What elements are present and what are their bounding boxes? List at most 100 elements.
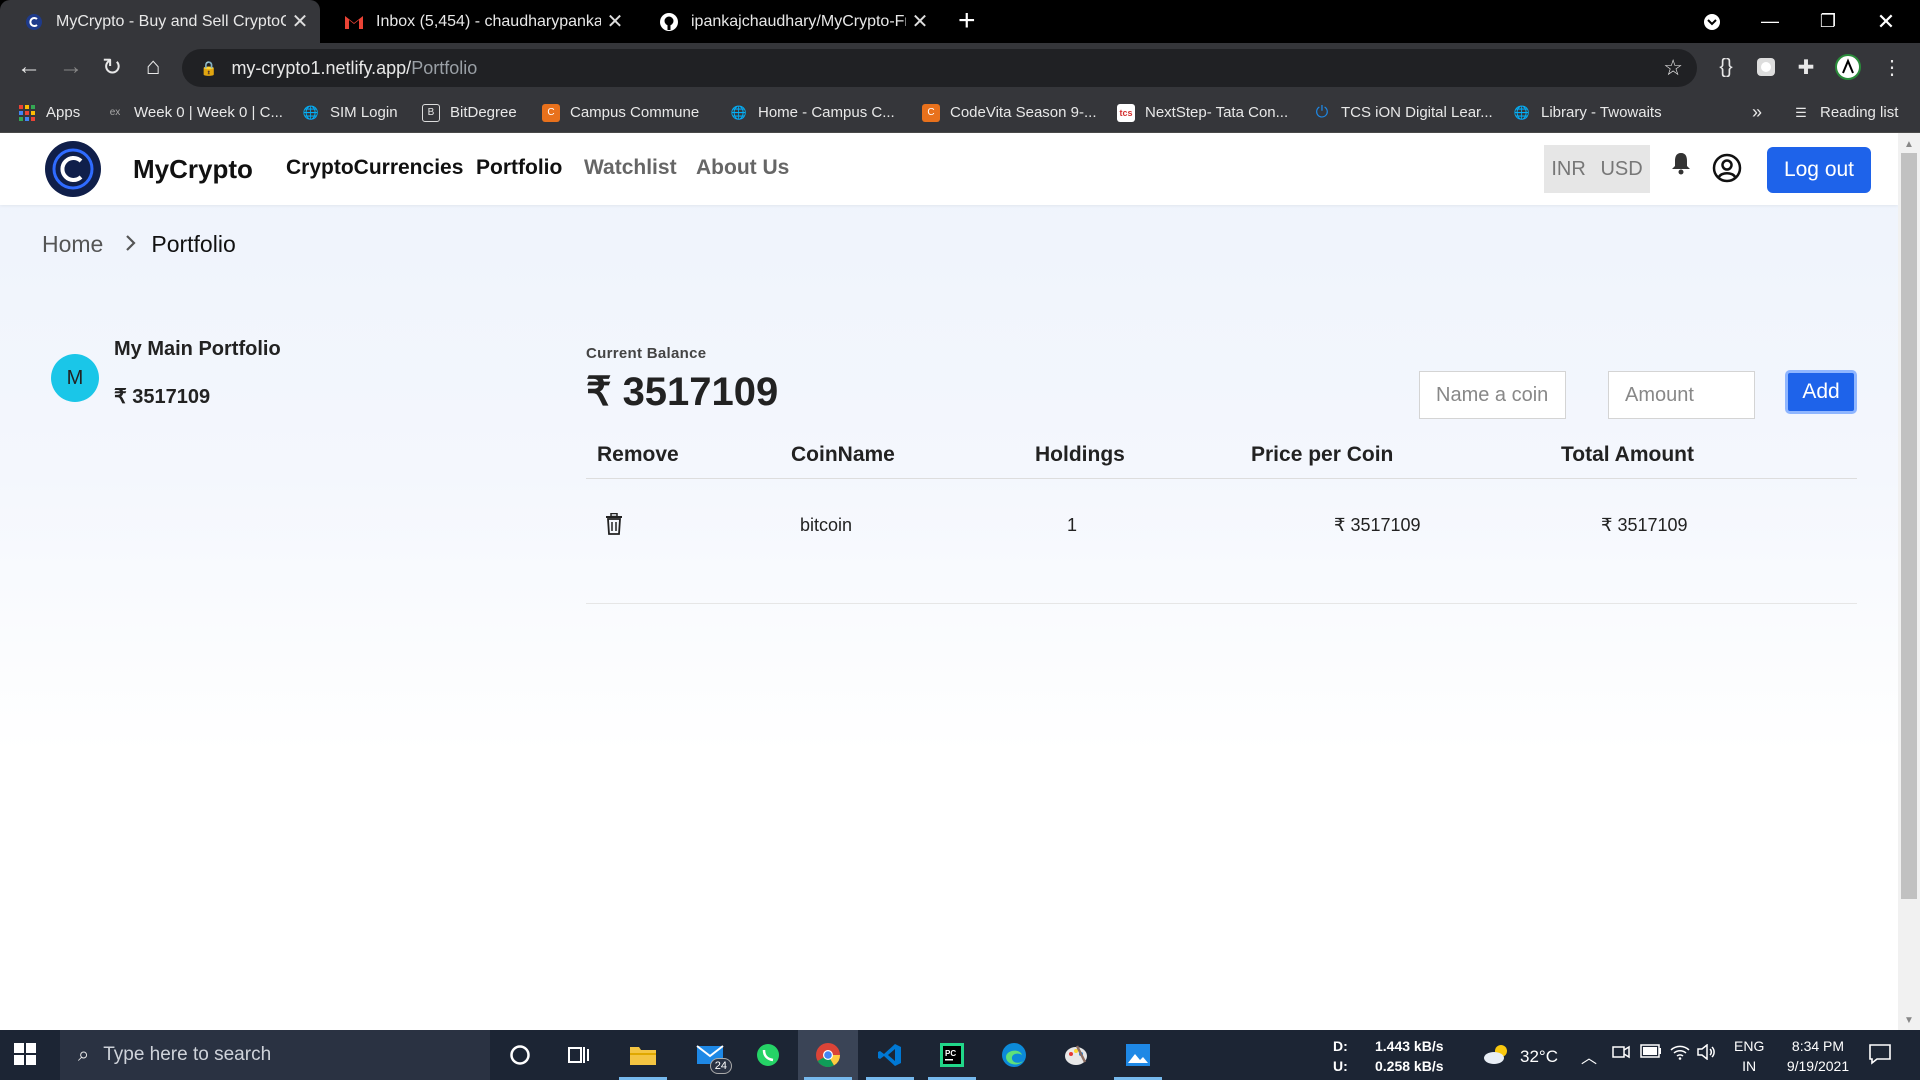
task-view-icon[interactable] xyxy=(550,1030,610,1080)
add-coin-button[interactable]: Add xyxy=(1785,370,1857,414)
globe-icon: 🌐 xyxy=(302,104,320,120)
minimize-icon[interactable]: — xyxy=(1742,0,1798,43)
close-tab-icon[interactable]: ✕ xyxy=(286,9,314,34)
tab-inbox[interactable]: Inbox (5,454) - chaudharypankaja ✕ xyxy=(320,0,635,43)
net-down-value: 1.443 kB/s xyxy=(1375,1038,1444,1054)
brand-name[interactable]: MyCrypto xyxy=(133,154,253,185)
meet-now-icon[interactable] xyxy=(1612,1044,1630,1065)
nav-watchlist[interactable]: Watchlist xyxy=(584,156,677,180)
battery-icon[interactable] xyxy=(1640,1044,1662,1063)
taskbar-search-placeholder: Type here to search xyxy=(103,1044,272,1065)
windows-start-icon[interactable] xyxy=(14,1043,38,1067)
volume-icon[interactable] xyxy=(1697,1043,1717,1065)
currency-inr[interactable]: INR xyxy=(1551,158,1585,181)
edge-icon[interactable] xyxy=(984,1030,1044,1080)
tab-search-icon[interactable] xyxy=(1684,0,1740,43)
extension-record-icon[interactable] xyxy=(1752,53,1780,81)
extension-braces-icon[interactable]: {} xyxy=(1712,53,1740,81)
more-bookmarks-label: » xyxy=(1752,102,1763,122)
partly-cloudy-icon xyxy=(1482,1043,1512,1070)
back-icon[interactable]: ← xyxy=(14,52,44,82)
browser-menu-icon[interactable]: ⋮ xyxy=(1878,53,1906,81)
paint-icon[interactable] xyxy=(1046,1030,1106,1080)
scroll-up-arrow-icon[interactable]: ▲ xyxy=(1898,135,1920,153)
bookmark-apps[interactable]: Apps xyxy=(18,92,80,133)
coin-name-input[interactable] xyxy=(1419,371,1566,419)
close-tab-icon[interactable]: ✕ xyxy=(906,9,934,34)
window-close-icon[interactable]: ✕ xyxy=(1858,0,1914,43)
extensions-puzzle-icon[interactable]: ✚ xyxy=(1792,53,1820,81)
bookmark-codevita[interactable]: C CodeVita Season 9-... xyxy=(922,92,1096,133)
cortana-icon[interactable] xyxy=(490,1030,550,1080)
header-coinname: CoinName xyxy=(791,443,895,466)
forward-icon[interactable]: → xyxy=(56,52,86,82)
file-explorer-icon[interactable] xyxy=(613,1030,673,1080)
tab-github[interactable]: ipankajchaudhary/MyCrypto-Fro ✕ xyxy=(635,0,940,43)
bookmark-bitdegree[interactable]: B BitDegree xyxy=(422,92,517,133)
windows-taskbar: ⌕ Type here to search 24 PC D: 1.443 kB/… xyxy=(0,1030,1920,1080)
pycharm-icon[interactable]: PC xyxy=(922,1030,982,1080)
currency-usd[interactable]: USD xyxy=(1600,158,1642,181)
portfolio-avatar[interactable]: M xyxy=(51,354,99,402)
new-tab-button[interactable]: + xyxy=(958,6,976,36)
network-speed-meter: D: 1.443 kB/s U: 0.258 kB/s xyxy=(1333,1036,1444,1076)
logout-button[interactable]: Log out xyxy=(1767,147,1871,193)
close-tab-icon[interactable]: ✕ xyxy=(601,9,629,34)
mycrypto-logo-icon[interactable] xyxy=(45,141,101,197)
browser-tab-bar: MyCrypto - Buy and Sell CryptoC ✕ Inbox … xyxy=(0,0,1920,43)
user-account-icon[interactable] xyxy=(1712,153,1742,183)
bell-icon[interactable] xyxy=(1670,151,1692,182)
reading-list-label: Reading list xyxy=(1820,104,1899,121)
cell-total-amount: ₹ 3517109 xyxy=(1601,515,1688,535)
bookmark-library[interactable]: 🌐 Library - Twowaits xyxy=(1513,92,1662,133)
power-icon: ⏻ xyxy=(1315,103,1329,121)
url-path: Portfolio xyxy=(411,57,478,78)
restore-icon[interactable]: ❐ xyxy=(1800,0,1856,43)
portfolio-page: MyCrypto CryptoCurrencies Portfolio Watc… xyxy=(0,133,1920,1030)
bookmark-campus-commune[interactable]: C Campus Commune xyxy=(542,92,699,133)
chrome-icon[interactable] xyxy=(798,1030,858,1080)
bookmark-sim-login[interactable]: 🌐 SIM Login xyxy=(302,92,398,133)
vscode-icon[interactable] xyxy=(860,1030,920,1080)
more-bookmarks-button[interactable]: » xyxy=(1752,92,1762,133)
weather-widget[interactable]: 32°C xyxy=(1482,1043,1558,1070)
bookmark-nextstep[interactable]: tcs NextStep- Tata Con... xyxy=(1117,92,1288,133)
nav-cryptocurrencies[interactable]: CryptoCurrencies xyxy=(286,156,463,180)
system-clock[interactable]: 8:34 PM 9/19/2021 xyxy=(1778,1036,1858,1076)
home-icon[interactable]: ⌂ xyxy=(138,52,168,82)
nav-portfolio[interactable]: Portfolio xyxy=(476,156,562,180)
input-language[interactable]: ENG IN xyxy=(1734,1036,1764,1076)
omnibox[interactable]: 🔒 my-crypto1.netlify.app/Portfolio ☆ xyxy=(182,49,1697,87)
header-holdings: Holdings xyxy=(1035,443,1125,466)
amount-input[interactable] xyxy=(1608,371,1755,419)
reload-icon[interactable]: ↻ xyxy=(97,52,127,82)
whatsapp-icon[interactable] xyxy=(738,1030,798,1080)
bookmark-week0[interactable]: ex Week 0 | Week 0 | C... xyxy=(106,92,283,133)
tray-chevron-up-icon[interactable]: ︿ xyxy=(1581,1044,1597,1068)
reading-list-button[interactable]: ☰ Reading list xyxy=(1792,92,1898,133)
gmail-icon xyxy=(344,12,364,32)
mail-icon[interactable]: 24 xyxy=(680,1030,740,1080)
scroll-down-arrow-icon[interactable]: ▼ xyxy=(1898,1011,1920,1029)
nav-about-us[interactable]: About Us xyxy=(696,156,789,180)
reading-list-icon: ☰ xyxy=(1795,104,1807,120)
taskbar-search[interactable]: ⌕ Type here to search xyxy=(60,1030,490,1080)
wifi-icon[interactable] xyxy=(1670,1044,1690,1065)
bookmark-home-campus[interactable]: 🌐 Home - Campus C... xyxy=(730,92,895,133)
bookmark-label: CodeVita Season 9-... xyxy=(950,104,1097,121)
page-scrollbar-thumb[interactable] xyxy=(1901,153,1917,899)
breadcrumb-home[interactable]: Home xyxy=(42,231,103,258)
breadcrumb-current: Portfolio xyxy=(151,231,236,257)
portfolio-name[interactable]: My Main Portfolio xyxy=(114,338,281,361)
edx-icon: ex xyxy=(109,107,121,118)
notification-center-icon[interactable] xyxy=(1868,1042,1894,1068)
bookmark-star-icon[interactable]: ☆ xyxy=(1663,55,1683,81)
portfolio-balance: ₹ 3517109 xyxy=(114,386,211,408)
trash-icon[interactable] xyxy=(604,512,626,537)
svg-text:PC: PC xyxy=(945,1049,956,1058)
tab-mycrypto[interactable]: MyCrypto - Buy and Sell CryptoC ✕ xyxy=(0,0,320,43)
photos-icon[interactable] xyxy=(1108,1030,1168,1080)
profile-avatar-icon[interactable] xyxy=(1834,53,1862,81)
cell-holdings: 1 xyxy=(1067,515,1078,535)
bookmark-tcs-ion[interactable]: ⏻ TCS iON Digital Lear... xyxy=(1313,92,1493,133)
